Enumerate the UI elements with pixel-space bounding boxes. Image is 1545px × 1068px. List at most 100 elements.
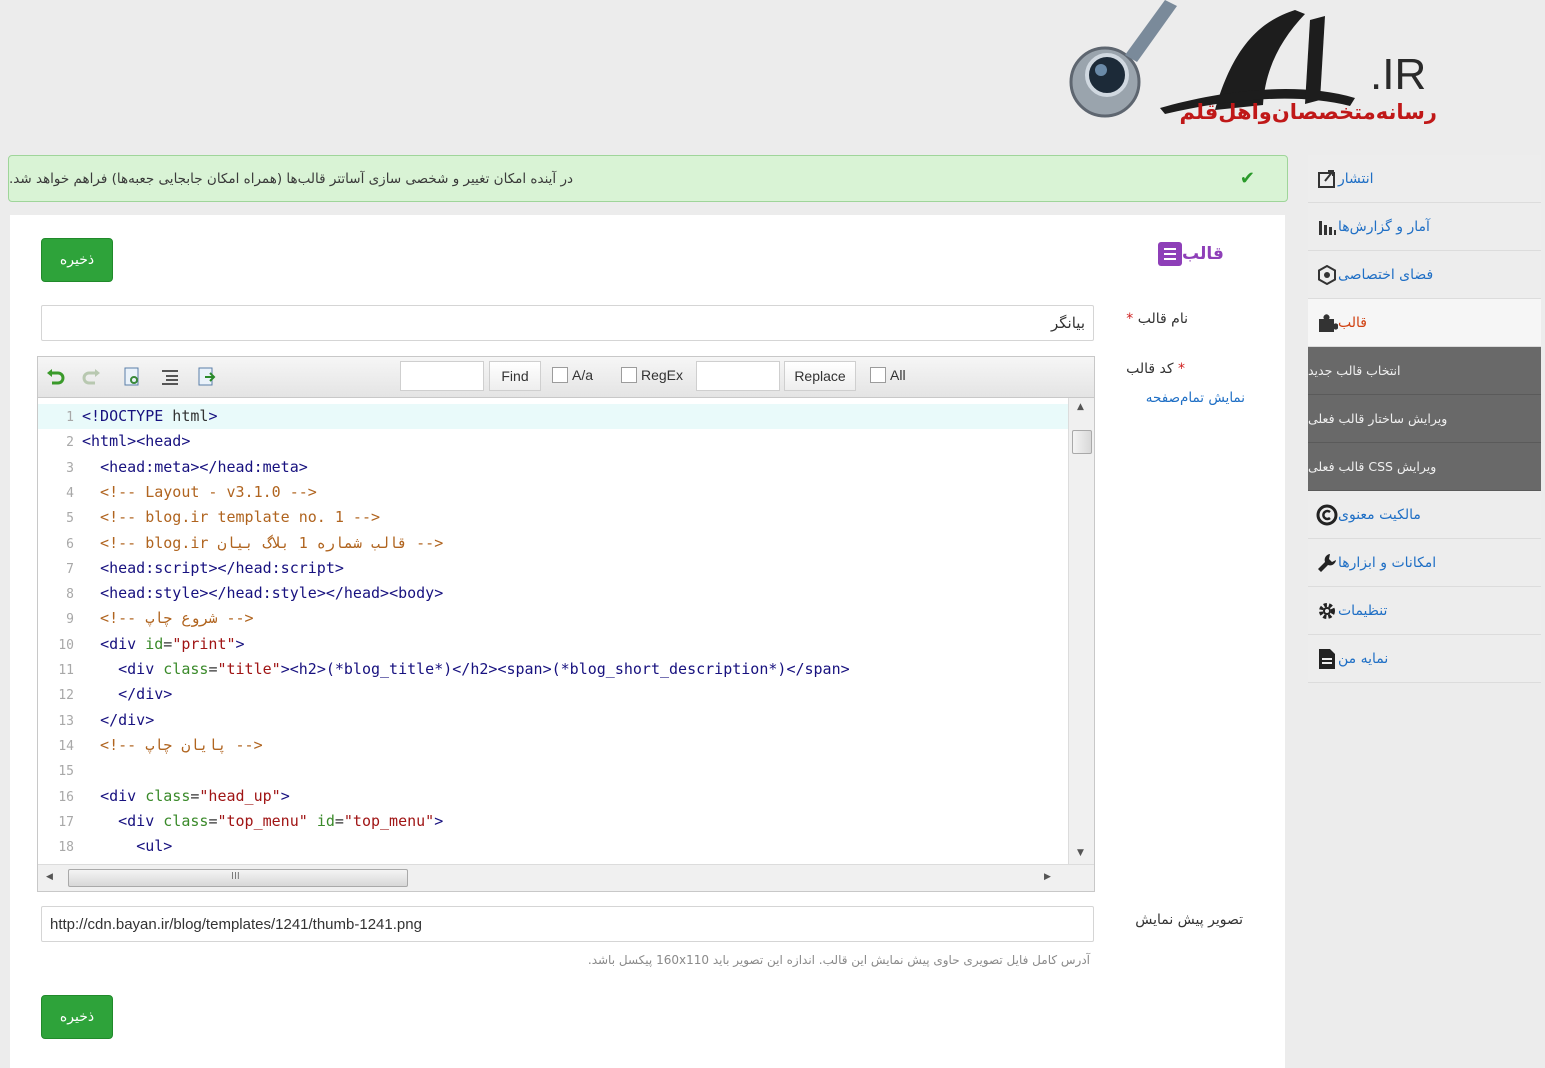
sidebar-subitem-new-template[interactable]: انتخاب قالب جدید — [1308, 347, 1541, 395]
indent-icon[interactable] — [160, 367, 180, 387]
code-line[interactable]: 13 </div> — [38, 708, 1068, 733]
redo-icon[interactable] — [81, 367, 101, 387]
regex-checkbox[interactable]: RegEx — [621, 367, 683, 383]
fullscreen-link[interactable]: نمایش تمام‌صفحه — [1100, 390, 1245, 406]
code-text: <!-- blog.ir قالب شماره 1 بلاگ بیان --> — [82, 533, 444, 552]
line-number: 12 — [58, 688, 74, 704]
line-number: 6 — [66, 536, 74, 552]
code-text: <div class="head_up"> — [100, 786, 290, 805]
sidebar-item-copyright[interactable]: مالکیت معنوی — [1308, 491, 1541, 539]
file-search-icon[interactable] — [122, 367, 142, 387]
info-notice: ✔ در آینده امکان تغییر و شخصی سازی آساتت… — [8, 155, 1288, 202]
check-icon: ✔ — [1239, 168, 1255, 189]
stats-icon — [1316, 216, 1338, 238]
sidebar-item-profile[interactable]: نمایه من — [1308, 635, 1541, 683]
code-text: <ul> — [136, 837, 173, 856]
undo-icon[interactable] — [46, 367, 66, 387]
code-line[interactable]: 12 </div> — [38, 682, 1068, 707]
replace-input[interactable] — [696, 361, 780, 391]
preview-url-input[interactable] — [41, 906, 1094, 942]
line-number: 10 — [58, 637, 74, 653]
sidebar-subitem-edit-css[interactable]: ویرایش CSS قالب فعلی — [1308, 443, 1541, 491]
profile-icon — [1316, 648, 1338, 670]
code-line[interactable]: 7 <head:script></head:script> — [38, 556, 1068, 581]
code-text: </div> — [100, 710, 155, 729]
sidebar-subitem-edit-structure[interactable]: ویرایش ساختار قالب فعلی — [1308, 395, 1541, 443]
scroll-up-arrow[interactable]: ▲ — [1077, 402, 1084, 412]
code-line[interactable]: 1 <!DOCTYPE html> — [38, 404, 1068, 429]
sidebar-item-tools[interactable]: امکانات و ابزارها — [1308, 539, 1541, 587]
code-text: <html><head> — [82, 432, 191, 451]
template-name-input[interactable] — [41, 305, 1094, 341]
scroll-left-arrow[interactable]: ◀ — [46, 872, 53, 882]
code-line[interactable]: 3 <head:meta></head:meta> — [38, 455, 1068, 480]
line-number: 16 — [58, 789, 74, 805]
save-button-bottom[interactable]: ذخیره — [41, 995, 113, 1039]
line-number: 15 — [58, 764, 74, 780]
template-icon — [1158, 242, 1182, 266]
code-line[interactable]: 14 <!-- پایان چاپ --> — [38, 733, 1068, 758]
line-number: 1 — [66, 410, 74, 425]
vertical-scrollbar[interactable]: ▲ ▼ — [1068, 398, 1094, 864]
space-icon — [1316, 264, 1338, 286]
code-text-area[interactable]: 1 <!DOCTYPE html> 2 <html><head> 3 <head:met… — [38, 398, 1068, 864]
code-line[interactable]: 8 <head:style></head:style></head><body> — [38, 581, 1068, 606]
sidebar-menu: انتشار آمار و گزارش‌ها فضای اختصاصی قالب… — [1308, 155, 1541, 683]
line-number: 3 — [66, 460, 74, 476]
template-name-label: نام قالب * — [1126, 311, 1188, 327]
horizontal-scrollbar[interactable]: ◀ III ▶ — [38, 864, 1094, 891]
code-text: <!-- شروع چاپ --> — [82, 609, 254, 628]
scroll-down-arrow[interactable]: ▼ — [1077, 848, 1084, 858]
code-line[interactable]: 10 <div id="print"> — [38, 632, 1068, 657]
line-number: 18 — [58, 840, 74, 856]
puzzle-icon — [1316, 312, 1338, 334]
line-number: 17 — [58, 814, 74, 830]
file-export-icon[interactable] — [196, 367, 216, 387]
code-line[interactable]: 2 <html><head> — [38, 429, 1068, 454]
sidebar-item-settings[interactable]: تنظیمات — [1308, 587, 1541, 635]
notice-text: در آینده امکان تغییر و شخصی سازی آساتتر … — [9, 170, 573, 187]
code-line[interactable]: 5 <!-- blog.ir template no. 1 --> — [38, 505, 1068, 530]
code-text: <head:meta></head:meta> — [100, 457, 308, 476]
gear-icon — [1316, 600, 1338, 622]
sidebar-item-publish[interactable]: انتشار — [1308, 155, 1541, 203]
case-sensitive-checkbox[interactable]: A/a — [552, 367, 593, 383]
code-line[interactable]: 4 <!-- Layout - v3.1.0 --> — [38, 480, 1068, 505]
find-input[interactable] — [400, 361, 484, 391]
code-text: <div id="print"> — [100, 634, 245, 653]
code-line[interactable]: 15 — [38, 758, 1068, 783]
replace-all-checkbox[interactable]: All — [870, 367, 906, 383]
code-text: <head:style></head:style></head><body> — [100, 584, 444, 603]
code-line[interactable]: 6 <!-- blog.ir قالب شماره 1 بلاگ بیان --… — [38, 531, 1068, 556]
line-number: 13 — [58, 713, 74, 729]
replace-button[interactable]: Replace — [784, 361, 856, 391]
code-line[interactable]: 9 <!-- شروع چاپ --> — [38, 606, 1068, 631]
code-editor: Find A/a RegEx Replace All 1 <!DOCTYPE ht… — [37, 356, 1095, 892]
scroll-right-arrow[interactable]: ▶ — [1044, 872, 1051, 882]
code-text: <!-- Layout - v3.1.0 --> — [82, 482, 317, 501]
line-number: 8 — [66, 587, 74, 603]
code-text: <!-- blog.ir template no. 1 --> — [82, 508, 381, 527]
find-button[interactable]: Find — [489, 361, 541, 391]
horizontal-scroll-thumb[interactable]: III — [68, 869, 408, 887]
code-line[interactable]: 18 <ul> — [38, 834, 1068, 859]
wrench-icon — [1316, 552, 1338, 574]
preview-image-label: تصویر پیش نمایش — [1135, 912, 1243, 928]
sidebar-item-template[interactable]: قالب — [1308, 299, 1541, 347]
scroll-grip: III — [231, 871, 240, 882]
code-line[interactable]: 17 <div class="top_menu" id="top_menu"> — [38, 809, 1068, 834]
vertical-scroll-thumb[interactable] — [1072, 430, 1092, 454]
template-code-label: * کد قالب — [1126, 361, 1185, 377]
code-line[interactable]: 11 <div class="title"><h2>(*blog_title*)… — [38, 657, 1068, 682]
save-button-top[interactable]: ذخیره — [41, 238, 113, 282]
sidebar-item-stats[interactable]: آمار و گزارش‌ها — [1308, 203, 1541, 251]
preview-hint: آدرس کامل فایل تصویری حاوی پیش نمایش این… — [587, 953, 1090, 967]
code-text: <div class="title"><h2>(*blog_title*)</h… — [118, 660, 850, 678]
code-line[interactable]: 16 <div class="head_up"> — [38, 784, 1068, 809]
code-text: <!DOCTYPE html> — [82, 407, 218, 425]
line-number: 7 — [66, 561, 74, 577]
publish-icon — [1316, 168, 1338, 190]
sidebar-item-space[interactable]: فضای اختصاصی — [1308, 251, 1541, 299]
logo-tagline: رسانه‌متخصصان‌واهل‌قلم — [1179, 100, 1438, 124]
line-number: 11 — [58, 663, 74, 678]
